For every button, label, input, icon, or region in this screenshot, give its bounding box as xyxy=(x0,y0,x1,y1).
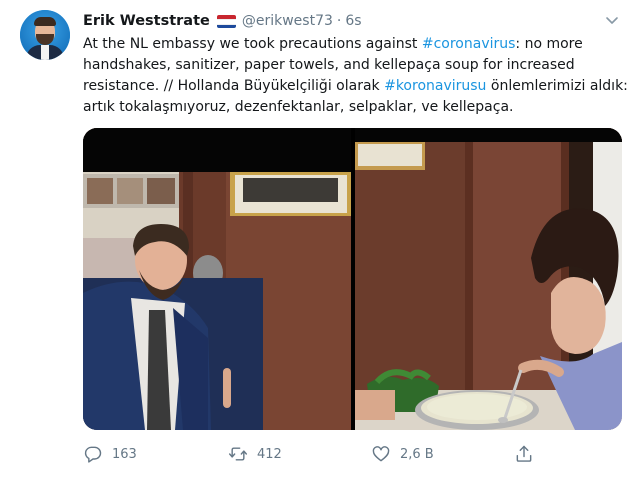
tweet-text-line-1: At the NL embassy we took precautions ag… xyxy=(83,34,628,55)
media-grid xyxy=(83,128,622,430)
hashtag-coronavirus[interactable]: #coronavirus xyxy=(422,36,516,52)
tweet-header: Erik Weststrate @erikwest73 · 6s xyxy=(83,11,362,31)
user-handle[interactable]: @erikwest73 xyxy=(242,13,333,29)
user-name[interactable]: Erik Weststrate xyxy=(83,13,210,29)
hashtag-koronavirusu[interactable]: #koronavirusu xyxy=(384,78,486,94)
retweet-button[interactable]: 412 xyxy=(228,442,282,466)
separator-dot: · xyxy=(336,13,342,29)
photo-soup-serving[interactable] xyxy=(355,128,622,430)
chevron-down-icon[interactable] xyxy=(604,12,620,28)
tweet-text-line-2: handshakes, sanitizer, paper towels, and… xyxy=(83,57,575,73)
heart-icon xyxy=(372,446,390,462)
tweet-actions: 163 412 2,6 B xyxy=(83,442,543,466)
reply-button[interactable]: 163 xyxy=(83,442,137,466)
share-button[interactable] xyxy=(514,442,543,466)
tweet[interactable]: Erik Weststrate @erikwest73 · 6s At the … xyxy=(0,0,640,479)
photo-handshake-table[interactable] xyxy=(83,128,351,430)
retweet-icon xyxy=(228,447,248,461)
reply-icon xyxy=(84,446,102,463)
text-segment: önlemlerimizi aldık: xyxy=(486,78,628,94)
tweet-text-line-4: artık tokalaşmıyoruz, dezenfektanlar, se… xyxy=(83,99,514,115)
like-count: 2,6 B xyxy=(400,446,434,462)
text-segment: At the NL embassy we took precautions ag… xyxy=(83,36,422,52)
retweet-count: 412 xyxy=(257,446,282,462)
netherlands-flag-icon xyxy=(216,14,236,28)
text-segment: : no more xyxy=(515,36,583,52)
tweet-text-line-3: resistance. // Hollanda Büyükelçiliği ol… xyxy=(83,76,628,97)
timestamp[interactable]: 6s xyxy=(345,13,361,29)
text-segment: resistance. // Hollanda Büyükelçiliği ol… xyxy=(83,78,385,94)
avatar[interactable] xyxy=(20,10,70,60)
share-icon xyxy=(516,445,532,462)
tweet-text: At the NL embassy we took precautions ag… xyxy=(83,34,628,118)
like-button[interactable]: 2,6 B xyxy=(371,442,434,466)
reply-count: 163 xyxy=(112,446,137,462)
